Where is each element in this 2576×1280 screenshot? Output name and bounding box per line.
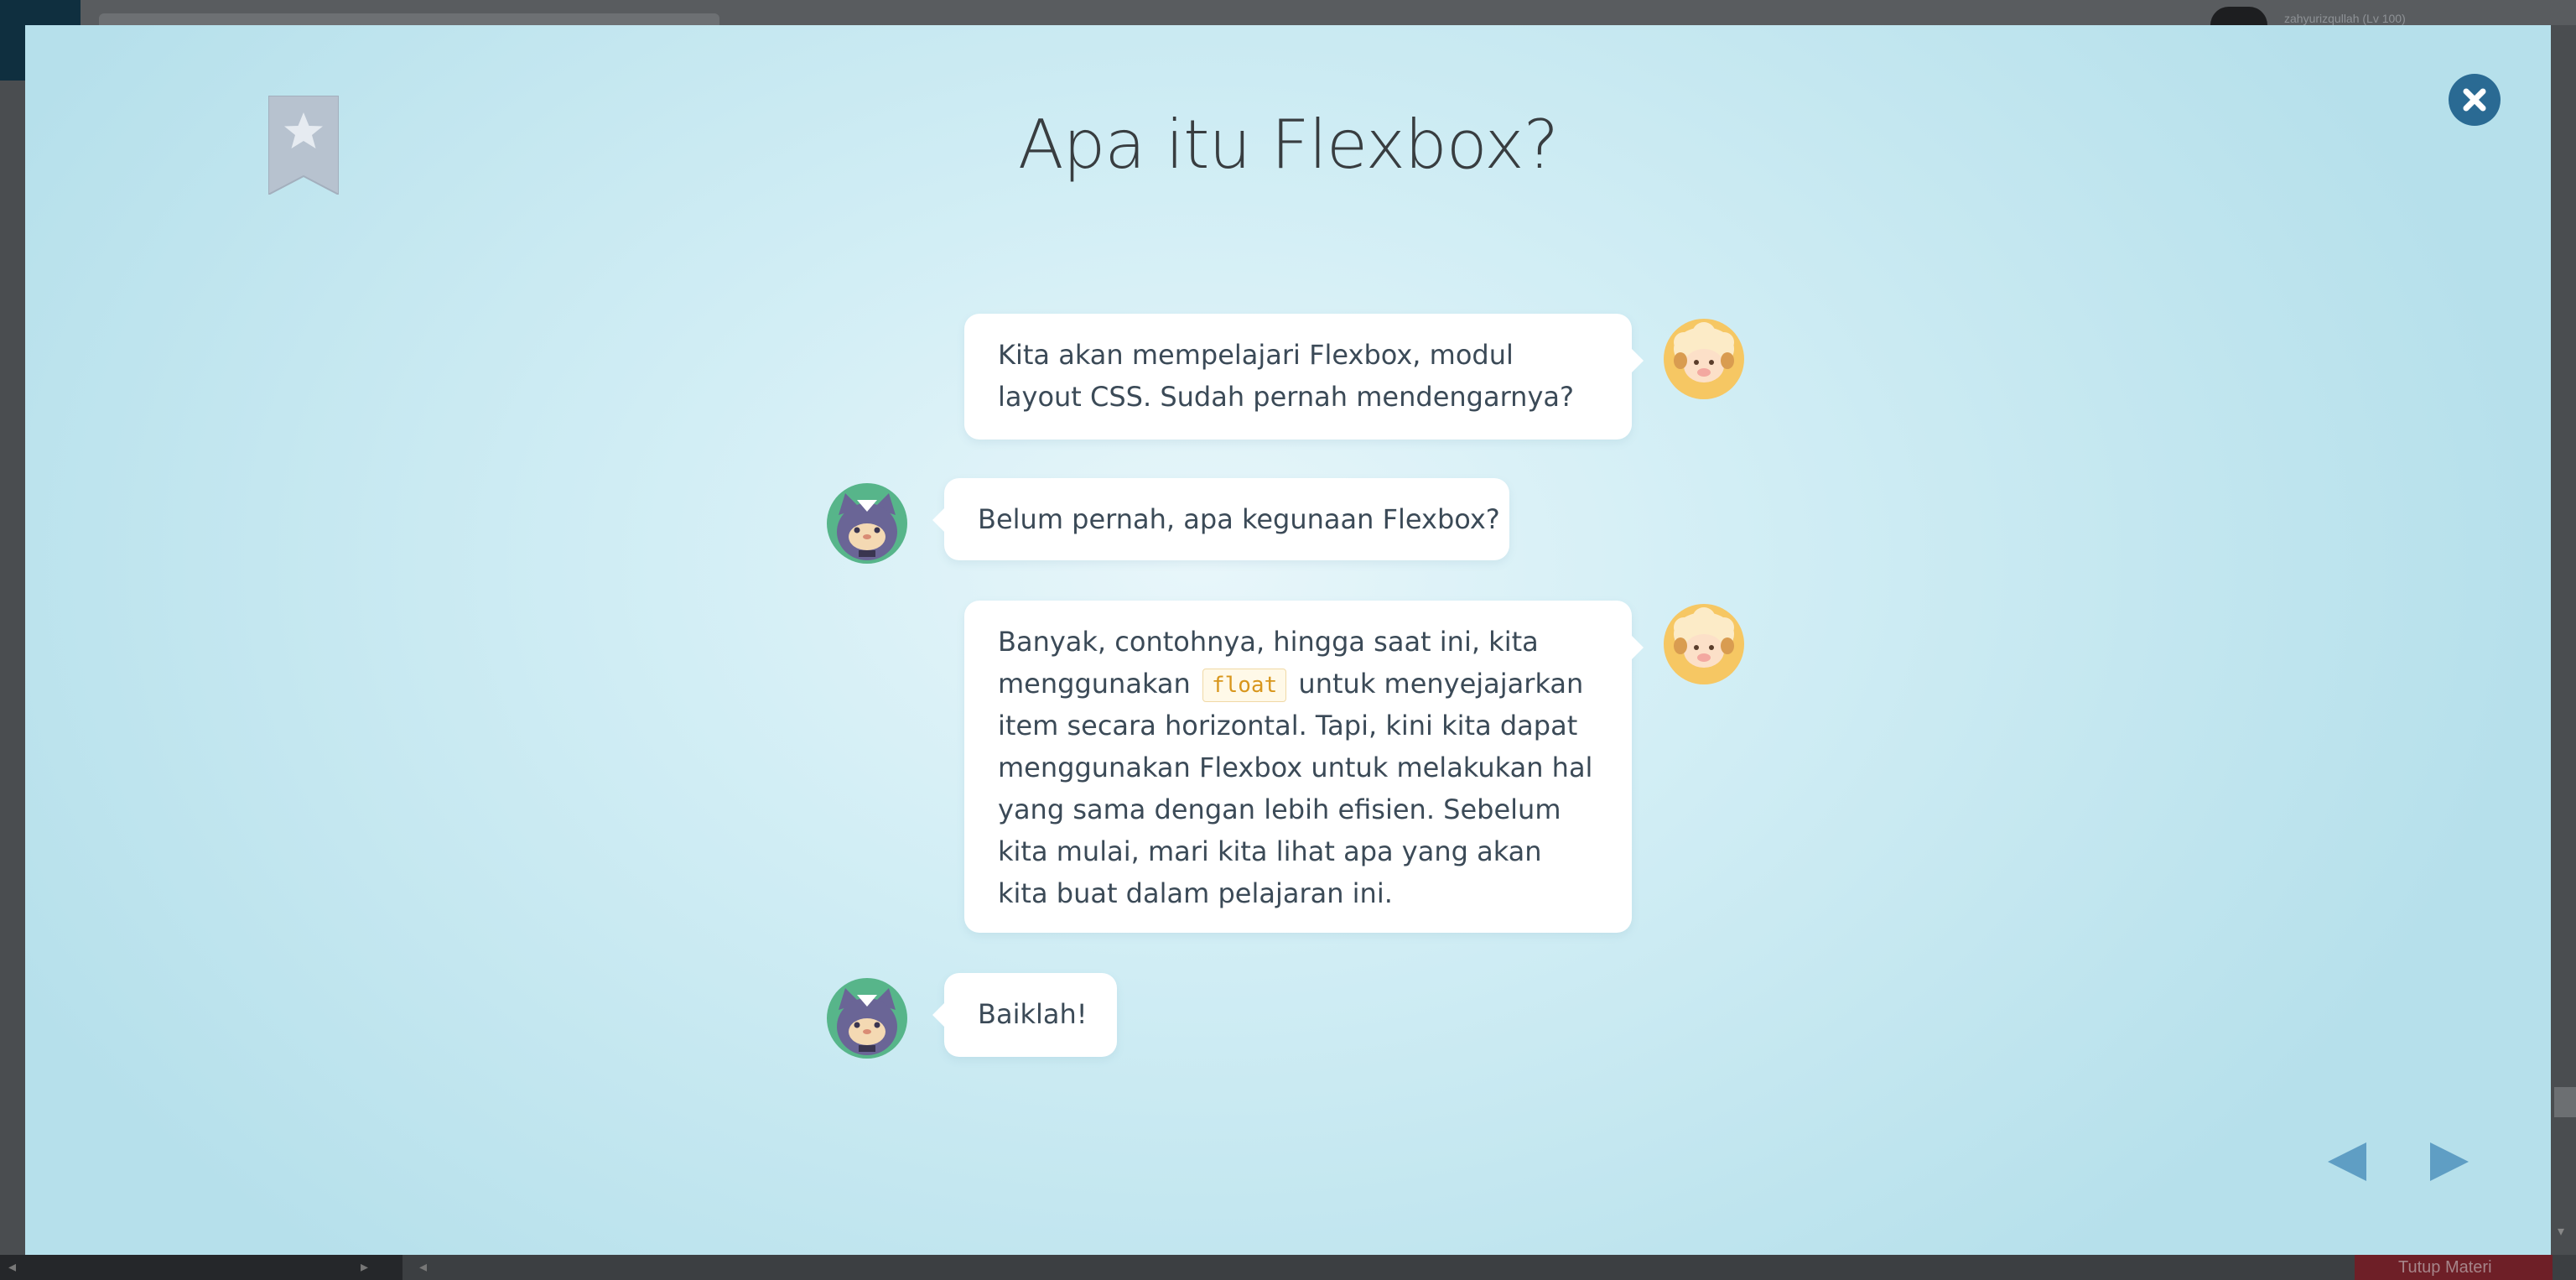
chat-message-text-part-2: untuk menyejajarkan item secara horizont…	[998, 668, 1593, 909]
chat-bubble-sheep-1: Kita akan mempelajari Flexbox, modul lay…	[964, 314, 1644, 440]
lesson-modal: Apa itu Flexbox? Kita akan mempelajari F…	[25, 25, 2551, 1255]
background-scroll-right-icon: ▸	[361, 1258, 369, 1276]
chat-bubble-sheep-2: Banyak, contohnya, hingga saat ini, kita…	[964, 601, 1644, 933]
lesson-title: Apa itu Flexbox?	[1017, 106, 1559, 184]
background-close-material-label: Tutup Materi	[2398, 1258, 2492, 1277]
cat-avatar-icon	[827, 978, 907, 1059]
chat-bubble-cat-1: Belum pernah, apa kegunaan Flexbox?	[932, 478, 1509, 560]
chat-message-text: Baiklah!	[978, 998, 1088, 1030]
sheep-avatar-icon	[1664, 604, 1744, 684]
background-scroll-left-icon: ◂	[8, 1258, 17, 1276]
triangle-right-icon[interactable]	[2420, 1132, 2479, 1191]
background-user-avatar	[2210, 7, 2267, 25]
background-scroll-down-icon: ▾	[2558, 1223, 2565, 1239]
cat-avatar-icon	[827, 483, 907, 564]
background-scroll-left-icon-2: ◂	[419, 1258, 428, 1276]
sheep-avatar-icon	[1664, 319, 1744, 399]
chat-message-text: Belum pernah, apa kegunaan Flexbox?	[978, 503, 1500, 535]
triangle-left-icon[interactable]	[2318, 1132, 2376, 1191]
background-bottom-left-panel	[0, 1255, 402, 1280]
background-scrollbar-thumb	[2554, 1087, 2576, 1117]
background-username: zahyurizqullah (Lv 100)	[2284, 12, 2406, 25]
inline-code: float	[1202, 669, 1287, 702]
chat-message-text: Kita akan mempelajari Flexbox, modul lay…	[998, 339, 1574, 413]
chat-bubble-cat-2: Baiklah!	[932, 973, 1117, 1057]
background-search-bar	[99, 13, 719, 25]
